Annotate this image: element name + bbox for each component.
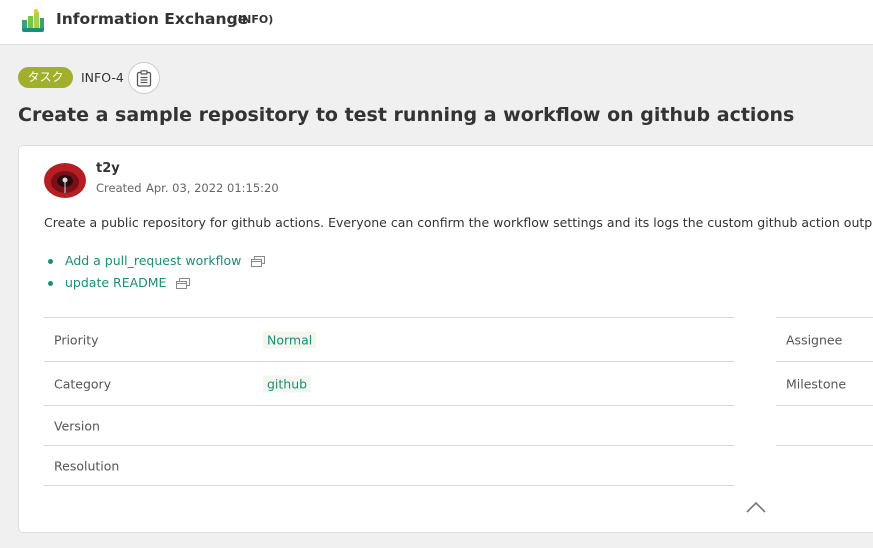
priority-label: Priority [54, 332, 99, 347]
clipboard-icon [136, 69, 152, 87]
property-row-empty [776, 406, 873, 446]
chevron-up-icon[interactable] [744, 498, 768, 516]
user-avatar-icon [44, 163, 86, 198]
milestone-label: Milestone [786, 376, 847, 391]
property-row-priority: Priority Normal [44, 318, 734, 362]
copy-key-button[interactable] [128, 62, 160, 94]
created-date: Apr. 03, 2022 01:15:20 [146, 181, 279, 195]
bullet-icon [48, 281, 53, 286]
project-name[interactable]: Information Exchange [56, 10, 248, 28]
project-key: (INFO) [233, 13, 274, 26]
app-header: Information Exchange (INFO) [0, 0, 873, 45]
avatar[interactable] [44, 163, 86, 198]
resolution-label: Resolution [54, 458, 120, 473]
project-logo-icon[interactable] [20, 8, 46, 34]
issue-type-badge: タスク [18, 67, 73, 88]
bullet-icon [48, 259, 53, 264]
assignee-label: Assignee [786, 332, 843, 347]
issue-key: INFO-4 [81, 70, 124, 85]
issue-description: Create a public repository for github ac… [44, 215, 873, 230]
property-row-category: Category github [44, 362, 734, 406]
issue-title: Create a sample repository to test runni… [18, 104, 795, 126]
category-label: Category [54, 376, 112, 391]
version-label: Version [54, 418, 100, 433]
property-row-version: Version [44, 406, 734, 446]
child-issue-item: Add a pull_request workflow [44, 252, 266, 274]
created-label: Created [96, 181, 142, 195]
child-issue-link[interactable]: Add a pull_request workflow [65, 253, 241, 268]
priority-value: Normal [263, 331, 317, 348]
child-issue-item: update README [44, 274, 265, 296]
child-issue-list: Add a pull_request workflow update READM… [44, 252, 266, 296]
category-value[interactable]: github [263, 375, 312, 392]
open-window-icon[interactable] [251, 256, 266, 267]
open-window-icon[interactable] [176, 278, 191, 289]
property-row-resolution: Resolution [44, 446, 734, 486]
properties-table-right: Assignee Milestone [776, 317, 873, 446]
property-row-assignee: Assignee [776, 318, 873, 362]
child-issue-link[interactable]: update README [65, 275, 166, 290]
property-row-milestone: Milestone [776, 362, 873, 406]
author-name[interactable]: t2y [96, 161, 120, 176]
properties-table: Priority Normal Category github Version … [44, 317, 734, 486]
